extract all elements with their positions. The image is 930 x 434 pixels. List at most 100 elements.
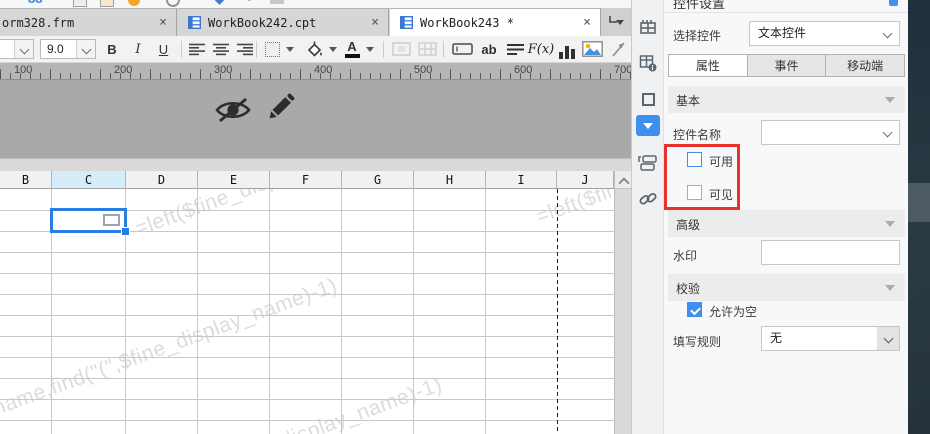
font-size-combo[interactable]: 9.0 [40,39,96,59]
edit-pencil-icon [264,89,298,125]
tab-form328[interactable]: orm328.frm × [0,8,177,36]
search-icon[interactable] [166,0,180,7]
hide-eye-icon [214,94,252,126]
fill-rule-label: 填写规则 [673,335,722,349]
tab-workbook243-active[interactable]: WorkBook243 * × [390,8,601,36]
cell-attributes-icon[interactable] [637,16,659,38]
tab-list-icon[interactable] [608,15,626,29]
close-icon[interactable]: × [583,16,591,29]
fill-handle[interactable] [121,227,130,236]
align-left-button[interactable] [188,39,206,59]
cell-element-icon[interactable]: i [637,52,659,74]
anchor-icon[interactable] [213,0,226,5]
paste-icon[interactable] [73,0,87,7]
scroll-up-button[interactable] [615,171,631,189]
fill-rule-dropdown[interactable]: 无 [761,326,900,351]
grid-row-line [0,420,614,421]
chevron-down-icon [882,127,893,138]
panel-pin-icon[interactable] [889,0,898,6]
tab-mobile[interactable]: 移动端 [826,55,905,76]
text-widget-button[interactable]: ab [478,39,500,59]
column-header-E[interactable]: E [198,171,270,189]
border-dropdown-arrow[interactable] [286,47,294,52]
copy-icon[interactable] [100,0,114,7]
formula-button[interactable]: F(x) [528,39,555,59]
column-header-G[interactable]: G [342,171,414,189]
scrollbar-thumb[interactable] [908,183,930,222]
align-center-button[interactable] [212,39,230,59]
column-header-J[interactable]: J [557,171,614,189]
chevron-down-icon[interactable] [76,40,95,58]
tab-label: WorkBook242.cpt [208,15,317,30]
select-widget-label: 选择控件 [673,29,722,43]
italic-button[interactable]: I [130,39,146,59]
fill-color-button[interactable] [303,39,325,59]
grid-row-line [0,252,614,253]
workbook-icon [188,16,201,29]
multiline-text-button[interactable] [505,39,525,59]
font-color-button[interactable]: A [342,39,362,59]
font-color-dropdown-arrow[interactable] [366,47,374,52]
chart-button[interactable] [558,39,576,59]
condition-attributes-icon[interactable] [637,152,659,174]
underline-button[interactable]: U [155,39,172,59]
brush-icon[interactable] [128,0,140,6]
chevron-down-icon [882,28,893,39]
column-header-B[interactable]: B [0,171,52,189]
watermark-input[interactable] [761,240,900,265]
panel-tab-bar: 属性 事件 移动端 [668,54,905,77]
textfield-widget-button[interactable] [450,39,474,59]
grid-column-line [269,189,270,434]
allow-empty-label: 允许为空 [709,305,758,319]
ruler-mark: 200 [114,64,133,76]
forward-icon[interactable]: ➔ [243,0,253,5]
hyperlink-icon[interactable] [637,188,659,210]
ruler-mark: 600 [514,64,533,76]
collapse-arrow-icon [885,285,895,291]
section-validation[interactable]: 校验 [668,274,905,301]
column-header-F[interactable]: F [270,171,342,189]
ruler-mark: 700 [614,64,633,76]
close-icon[interactable]: × [371,16,379,29]
selected-cell-c2[interactable] [50,208,130,236]
section-advanced[interactable]: 高级 [668,210,905,237]
column-header-D[interactable]: D [126,171,198,189]
border-picker-button[interactable] [262,39,282,59]
grid-column-line [413,189,414,434]
workbook-icon [400,16,413,29]
grid-vertical-scrollbar[interactable] [614,171,631,434]
select-widget-dropdown[interactable]: 文本控件 [749,21,900,46]
widget-settings-panel: i 控件设置 选择控件 文本控件 属性 事件 移动端 基本 控件名称 可用 可见… [631,0,909,434]
column-header-H[interactable]: H [414,171,486,189]
bold-button[interactable]: B [103,39,121,59]
preview-icon[interactable] [270,0,284,4]
widget-name-dropdown[interactable] [761,120,900,145]
collapse-arrow-icon [885,97,895,103]
connect-icon[interactable]: 88 [28,0,42,6]
font-size-value: 9.0 [47,42,64,56]
report-grid[interactable]: =left($fine_display_name,find("(",$fine_… [0,171,631,434]
close-icon[interactable]: × [159,16,167,29]
tab-events[interactable]: 事件 [747,55,827,76]
tab-workbook242[interactable]: WorkBook242.cpt × [178,8,389,36]
tab-properties[interactable]: 属性 [669,55,748,76]
float-element-icon[interactable] [637,88,659,110]
section-basic[interactable]: 基本 [668,86,905,113]
tab-label: WorkBook243 * [420,15,514,30]
panel-content: 控件设置 选择控件 文本控件 属性 事件 移动端 基本 控件名称 可用 可见 高… [664,0,909,434]
chevron-down-icon[interactable] [14,40,33,58]
desktop-background-edge [908,0,930,434]
fill-color-dropdown-arrow[interactable] [329,47,337,52]
ruler-mark: 500 [414,64,433,76]
column-header-I[interactable]: I [486,171,557,189]
cursor-select-button[interactable] [608,39,628,59]
widget-settings-icon-active[interactable] [636,115,660,136]
grid-button-disabled [416,39,438,59]
column-header-C[interactable]: C [52,171,126,189]
allow-empty-checkbox[interactable] [687,302,702,317]
image-button[interactable] [580,39,604,59]
font-family-combo[interactable] [0,39,34,59]
align-right-button[interactable] [236,39,254,59]
tab-label: orm328.frm [2,15,75,30]
grid-row-line [0,378,614,379]
